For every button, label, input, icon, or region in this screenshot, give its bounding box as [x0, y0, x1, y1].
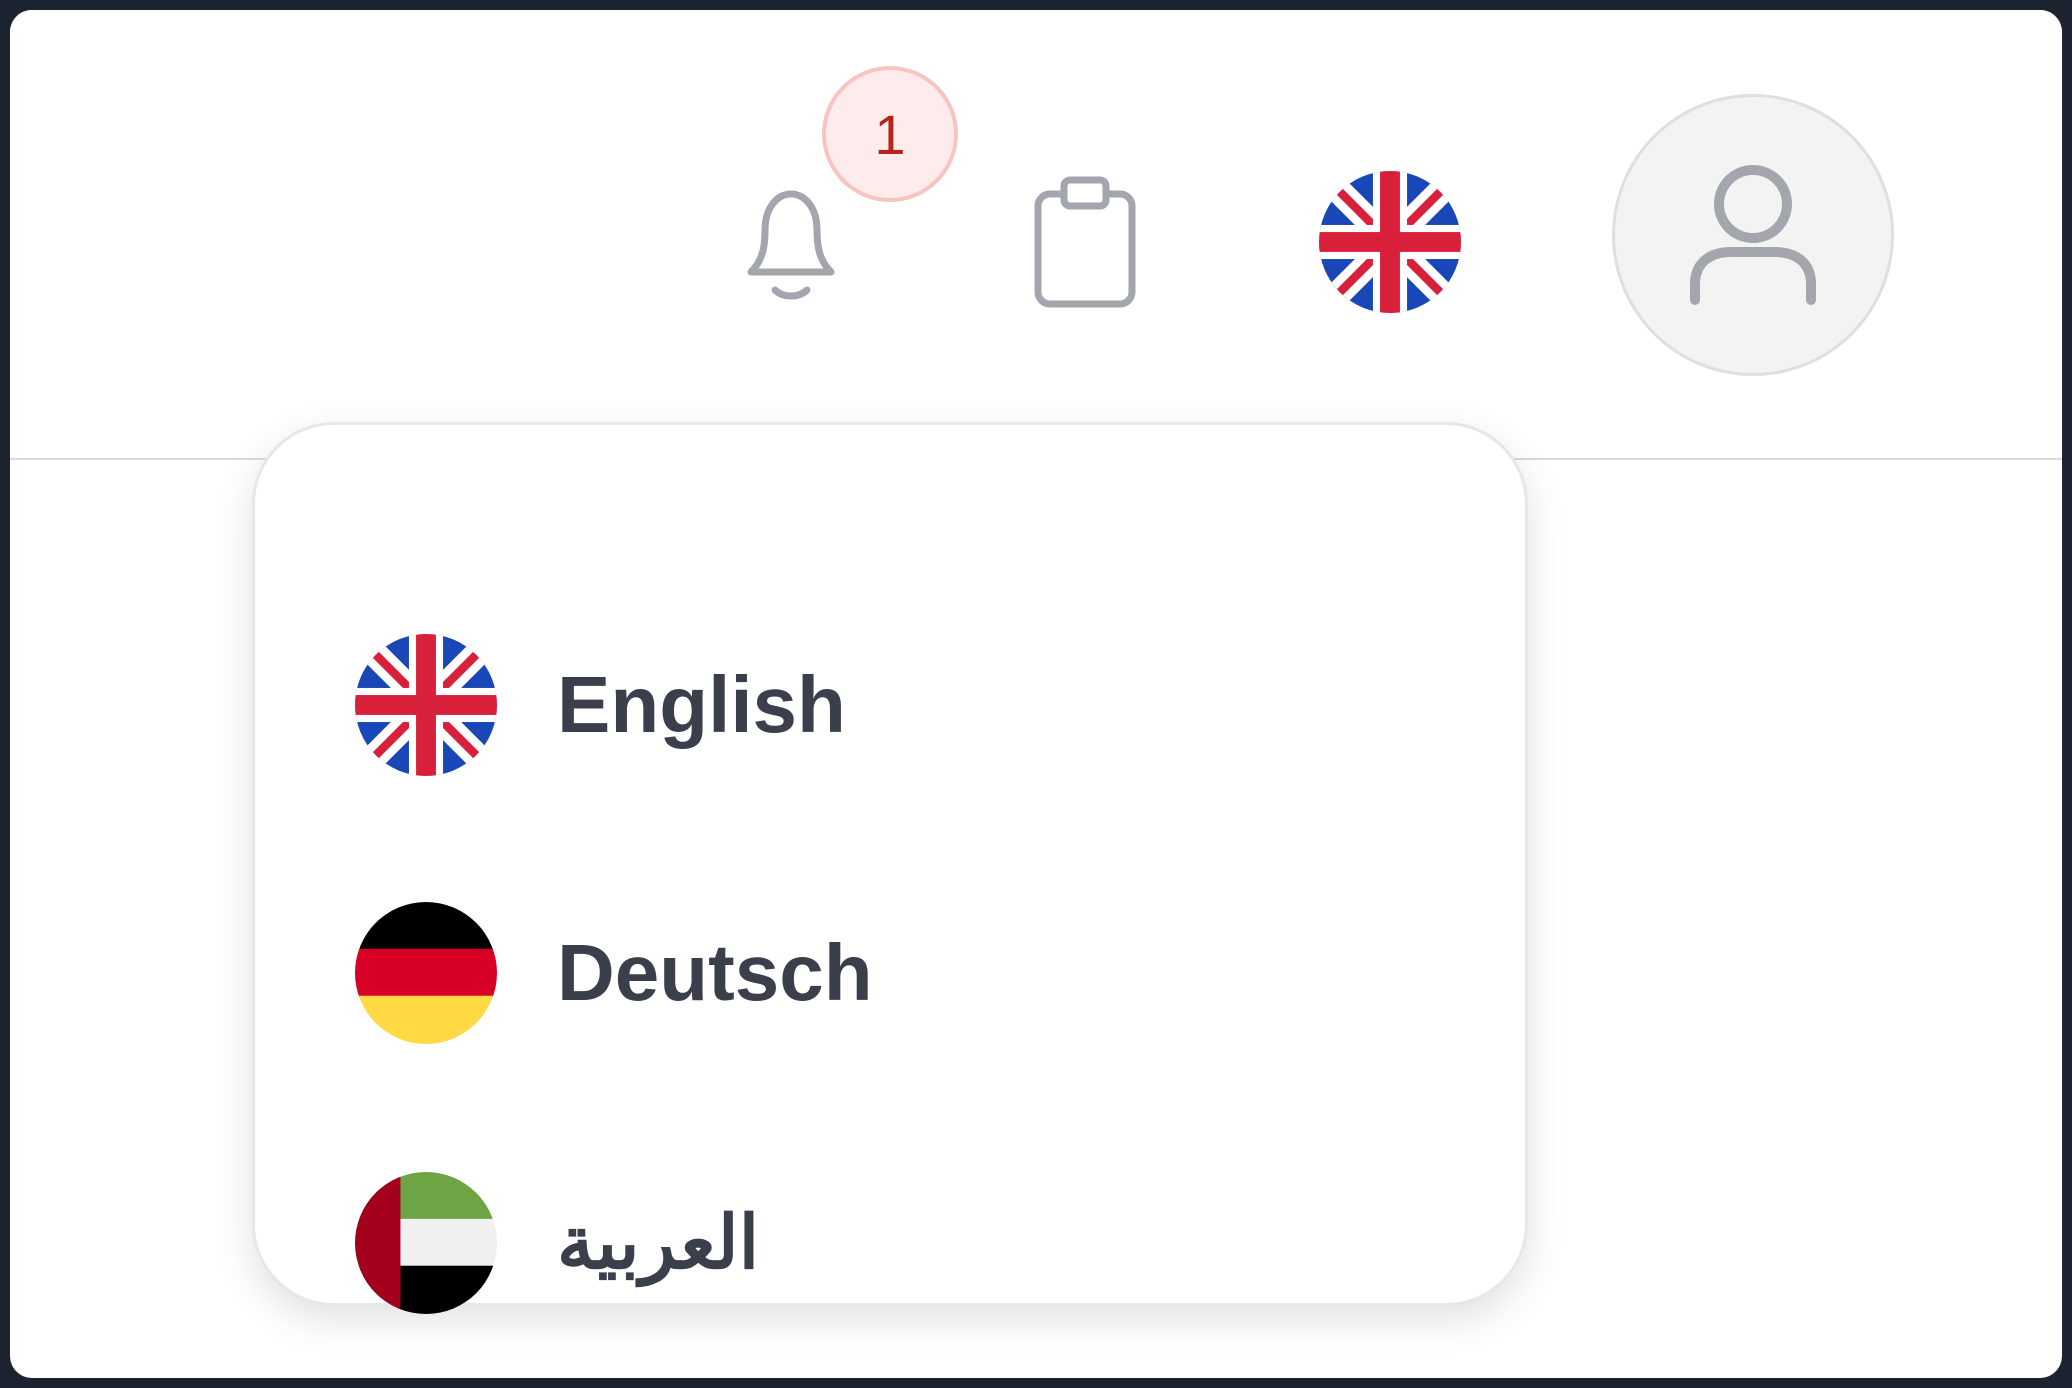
- language-dropdown-menu: English Deutsch العربية: [252, 422, 1528, 1314]
- bell-icon: [747, 190, 835, 300]
- language-label: English: [557, 660, 846, 749]
- clipboard-icon: [1034, 176, 1136, 308]
- clipboard-button[interactable]: [1020, 162, 1150, 322]
- user-avatar-button[interactable]: [1612, 94, 1894, 376]
- uk-flag-icon: [1319, 171, 1461, 313]
- language-option-english[interactable]: English: [255, 605, 1525, 805]
- language-label: Deutsch: [557, 928, 873, 1017]
- language-label: العربية: [557, 1201, 760, 1284]
- notification-badge: 1: [822, 66, 958, 202]
- uk-flag-icon: [355, 634, 497, 776]
- app-window: 1 English Deutsch العربية: [10, 10, 2062, 1378]
- top-header: 1: [10, 10, 2062, 460]
- language-option-deutsch[interactable]: Deutsch: [255, 873, 1525, 1073]
- language-option-arabic[interactable]: العربية: [255, 1143, 1525, 1343]
- screen-frame: 1 English Deutsch العربية: [0, 0, 2072, 1388]
- language-selector-button[interactable]: [1310, 162, 1470, 322]
- notifications-button[interactable]: [716, 162, 866, 322]
- uae-flag-icon: [355, 1172, 497, 1314]
- user-icon: [1690, 165, 1816, 305]
- germany-flag-icon: [355, 902, 497, 1044]
